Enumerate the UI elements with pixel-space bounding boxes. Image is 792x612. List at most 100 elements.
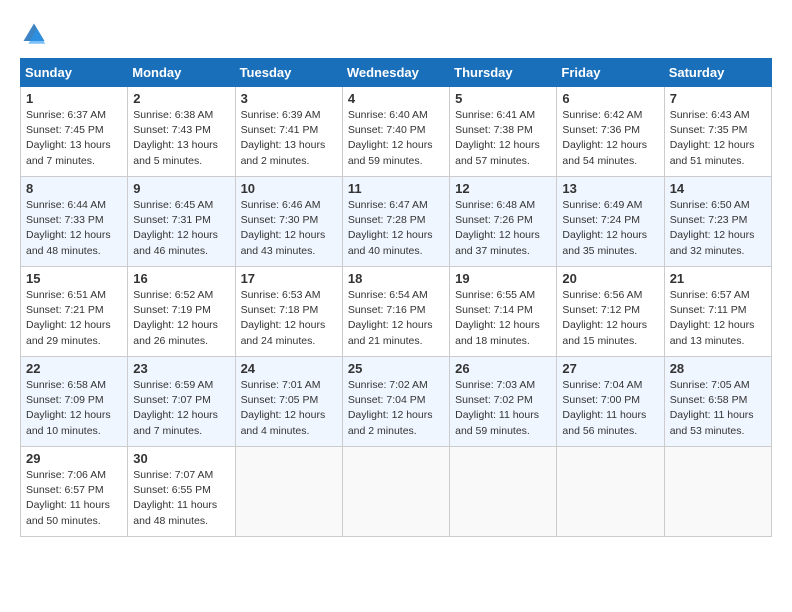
day-info: Sunrise: 6:53 AMSunset: 7:18 PMDaylight:… [241, 288, 337, 349]
day-info: Sunrise: 7:06 AMSunset: 6:57 PMDaylight:… [26, 468, 122, 529]
day-number: 4 [348, 91, 444, 106]
header-friday: Friday [557, 59, 664, 87]
table-row: 21Sunrise: 6:57 AMSunset: 7:11 PMDayligh… [664, 267, 771, 357]
day-number: 25 [348, 361, 444, 376]
header-monday: Monday [128, 59, 235, 87]
calendar-week-row: 22 Sunrise: 6:58 AMSunset: 7:09 PMDayligh… [21, 357, 772, 447]
table-row: 30Sunrise: 7:07 AMSunset: 6:55 PMDayligh… [128, 447, 235, 537]
day-info: Sunrise: 7:03 AMSunset: 7:02 PMDaylight:… [455, 378, 551, 439]
table-row: 9 Sunrise: 6:45 AMSunset: 7:31 PMDaylight… [128, 177, 235, 267]
day-number: 28 [670, 361, 766, 376]
header-sunday: Sunday [21, 59, 128, 87]
day-number: 26 [455, 361, 551, 376]
day-number: 17 [241, 271, 337, 286]
table-row: 25 Sunrise: 7:02 AMSunset: 7:04 PMDayligh… [342, 357, 449, 447]
table-row: 15 Sunrise: 6:51 AMSunset: 7:21 PMDayligh… [21, 267, 128, 357]
day-info: Sunrise: 6:54 AMSunset: 7:16 PMDaylight:… [348, 288, 444, 349]
day-number: 12 [455, 181, 551, 196]
day-info: Sunrise: 6:59 AMSunset: 7:07 PMDaylight:… [133, 378, 229, 439]
table-row: 8 Sunrise: 6:44 AMSunset: 7:33 PMDaylight… [21, 177, 128, 267]
day-number: 5 [455, 91, 551, 106]
page-header [20, 20, 772, 48]
table-row: 2 Sunrise: 6:38 AMSunset: 7:43 PMDaylight… [128, 87, 235, 177]
day-number: 21 [670, 271, 766, 286]
day-number: 18 [348, 271, 444, 286]
day-number: 19 [455, 271, 551, 286]
logo [20, 20, 52, 48]
table-row [235, 447, 342, 537]
day-info: Sunrise: 6:50 AMSunset: 7:23 PMDaylight:… [670, 198, 766, 259]
table-row: 28 Sunrise: 7:05 AMSunset: 6:58 PMDayligh… [664, 357, 771, 447]
table-row: 13 Sunrise: 6:49 AMSunset: 7:24 PMDayligh… [557, 177, 664, 267]
table-row: 3 Sunrise: 6:39 AMSunset: 7:41 PMDaylight… [235, 87, 342, 177]
table-row: 24 Sunrise: 7:01 AMSunset: 7:05 PMDayligh… [235, 357, 342, 447]
day-number: 3 [241, 91, 337, 106]
day-number: 10 [241, 181, 337, 196]
calendar-header-row: Sunday Monday Tuesday Wednesday Thursday… [21, 59, 772, 87]
table-row: 27 Sunrise: 7:04 AMSunset: 7:00 PMDayligh… [557, 357, 664, 447]
calendar-week-row: 29 Sunrise: 7:06 AMSunset: 6:57 PMDayligh… [21, 447, 772, 537]
day-info: Sunrise: 6:49 AMSunset: 7:24 PMDaylight:… [562, 198, 658, 259]
day-number: 2 [133, 91, 229, 106]
calendar-week-row: 1 Sunrise: 6:37 AMSunset: 7:45 PMDaylight… [21, 87, 772, 177]
day-info: Sunrise: 6:41 AMSunset: 7:38 PMDaylight:… [455, 108, 551, 169]
day-info: Sunrise: 6:37 AMSunset: 7:45 PMDaylight:… [26, 108, 122, 169]
table-row: 10 Sunrise: 6:46 AMSunset: 7:30 PMDayligh… [235, 177, 342, 267]
table-row [557, 447, 664, 537]
day-number: 8 [26, 181, 122, 196]
day-number: 15 [26, 271, 122, 286]
day-info: Sunrise: 7:04 AMSunset: 7:00 PMDaylight:… [562, 378, 658, 439]
table-row: 7 Sunrise: 6:43 AMSunset: 7:35 PMDaylight… [664, 87, 771, 177]
day-info: Sunrise: 6:40 AMSunset: 7:40 PMDaylight:… [348, 108, 444, 169]
day-number: 23 [133, 361, 229, 376]
day-number: 29 [26, 451, 122, 466]
day-number: 6 [562, 91, 658, 106]
day-info: Sunrise: 7:01 AMSunset: 7:05 PMDaylight:… [241, 378, 337, 439]
day-info: Sunrise: 6:42 AMSunset: 7:36 PMDaylight:… [562, 108, 658, 169]
calendar-table: Sunday Monday Tuesday Wednesday Thursday… [20, 58, 772, 537]
day-info: Sunrise: 6:39 AMSunset: 7:41 PMDaylight:… [241, 108, 337, 169]
table-row: 11Sunrise: 6:47 AMSunset: 7:28 PMDayligh… [342, 177, 449, 267]
day-number: 24 [241, 361, 337, 376]
table-row: 4 Sunrise: 6:40 AMSunset: 7:40 PMDaylight… [342, 87, 449, 177]
day-info: Sunrise: 6:48 AMSunset: 7:26 PMDaylight:… [455, 198, 551, 259]
day-info: Sunrise: 6:38 AMSunset: 7:43 PMDaylight:… [133, 108, 229, 169]
table-row [450, 447, 557, 537]
calendar-week-row: 8 Sunrise: 6:44 AMSunset: 7:33 PMDaylight… [21, 177, 772, 267]
day-info: Sunrise: 6:58 AMSunset: 7:09 PMDaylight:… [26, 378, 122, 439]
table-row: 23 Sunrise: 6:59 AMSunset: 7:07 PMDayligh… [128, 357, 235, 447]
day-info: Sunrise: 6:46 AMSunset: 7:30 PMDaylight:… [241, 198, 337, 259]
table-row: 18 Sunrise: 6:54 AMSunset: 7:16 PMDayligh… [342, 267, 449, 357]
table-row [664, 447, 771, 537]
day-info: Sunrise: 6:55 AMSunset: 7:14 PMDaylight:… [455, 288, 551, 349]
header-saturday: Saturday [664, 59, 771, 87]
day-number: 22 [26, 361, 122, 376]
table-row: 26 Sunrise: 7:03 AMSunset: 7:02 PMDayligh… [450, 357, 557, 447]
day-number: 13 [562, 181, 658, 196]
day-info: Sunrise: 6:56 AMSunset: 7:12 PMDaylight:… [562, 288, 658, 349]
table-row: 14Sunrise: 6:50 AMSunset: 7:23 PMDayligh… [664, 177, 771, 267]
day-info: Sunrise: 6:45 AMSunset: 7:31 PMDaylight:… [133, 198, 229, 259]
day-number: 30 [133, 451, 229, 466]
logo-icon [20, 20, 48, 48]
day-info: Sunrise: 6:47 AMSunset: 7:28 PMDaylight:… [348, 198, 444, 259]
day-info: Sunrise: 6:51 AMSunset: 7:21 PMDaylight:… [26, 288, 122, 349]
day-info: Sunrise: 6:52 AMSunset: 7:19 PMDaylight:… [133, 288, 229, 349]
day-info: Sunrise: 6:43 AMSunset: 7:35 PMDaylight:… [670, 108, 766, 169]
table-row: 22 Sunrise: 6:58 AMSunset: 7:09 PMDayligh… [21, 357, 128, 447]
day-info: Sunrise: 6:44 AMSunset: 7:33 PMDaylight:… [26, 198, 122, 259]
day-number: 1 [26, 91, 122, 106]
table-row: 6 Sunrise: 6:42 AMSunset: 7:36 PMDaylight… [557, 87, 664, 177]
day-number: 16 [133, 271, 229, 286]
day-info: Sunrise: 7:05 AMSunset: 6:58 PMDaylight:… [670, 378, 766, 439]
table-row [342, 447, 449, 537]
table-row: 5 Sunrise: 6:41 AMSunset: 7:38 PMDaylight… [450, 87, 557, 177]
day-number: 20 [562, 271, 658, 286]
day-number: 9 [133, 181, 229, 196]
table-row: 17 Sunrise: 6:53 AMSunset: 7:18 PMDayligh… [235, 267, 342, 357]
table-row: 12 Sunrise: 6:48 AMSunset: 7:26 PMDayligh… [450, 177, 557, 267]
day-info: Sunrise: 7:02 AMSunset: 7:04 PMDaylight:… [348, 378, 444, 439]
day-number: 27 [562, 361, 658, 376]
day-number: 7 [670, 91, 766, 106]
calendar-week-row: 15 Sunrise: 6:51 AMSunset: 7:21 PMDayligh… [21, 267, 772, 357]
